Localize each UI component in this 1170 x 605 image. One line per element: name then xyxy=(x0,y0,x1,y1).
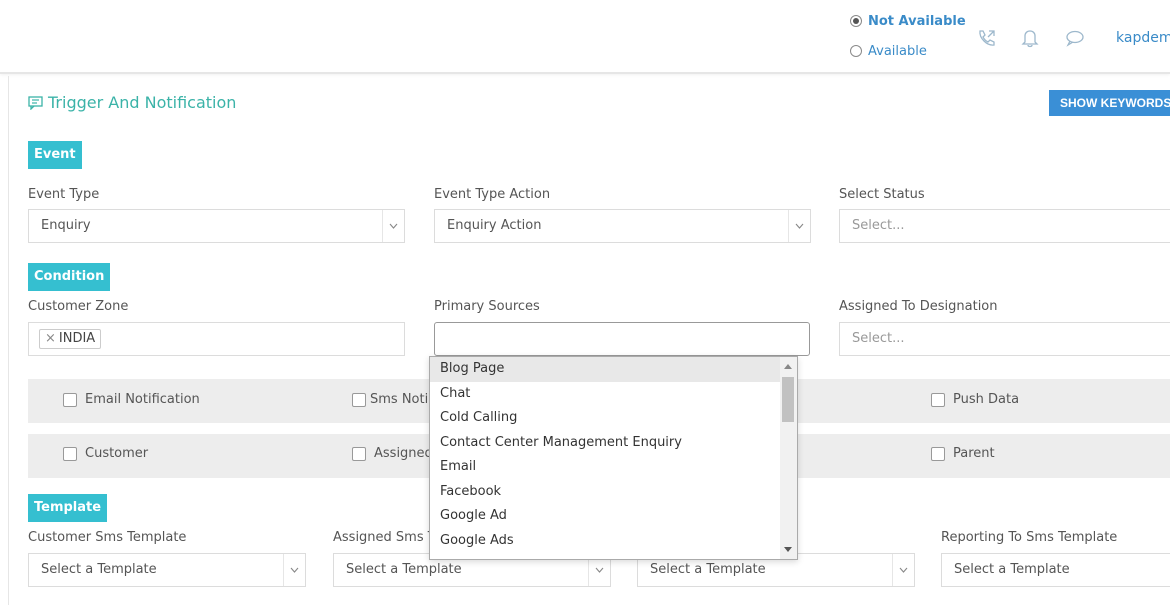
scroll-up-arrow-icon[interactable] xyxy=(784,364,792,369)
dropdown-option[interactable]: Blog Page xyxy=(430,357,781,382)
section-condition-tag: Condition xyxy=(28,263,111,291)
radio-checked-icon[interactable] xyxy=(850,15,862,27)
select-status-placeholder: Select... xyxy=(852,218,905,233)
assigned-sms-template-label: Assigned Sms T xyxy=(333,530,436,545)
sms-notification-label: Sms Noti xyxy=(370,392,429,407)
section-event-tag: Event xyxy=(28,141,82,169)
dropdown-option[interactable]: Facebook xyxy=(430,480,781,505)
scroll-thumb[interactable] xyxy=(782,377,794,422)
primary-sources-dropdown[interactable]: Blog Page Chat Cold Calling Contact Cent… xyxy=(429,356,798,560)
sms-notification-checkbox[interactable] xyxy=(352,392,366,407)
assigned-designation-placeholder: Select... xyxy=(852,331,905,346)
bell-icon[interactable] xyxy=(1019,28,1041,48)
customer-label: Customer xyxy=(85,446,149,461)
availability-status-group: Not Available Available xyxy=(850,10,966,70)
top-header: Not Available Available kapdem xyxy=(0,0,1170,74)
zone-tag-label: INDIA xyxy=(58,331,96,346)
reporting-sms-template-select[interactable]: Select a Template xyxy=(941,553,1170,587)
push-data-checkbox[interactable] xyxy=(931,392,945,407)
email-notification-option[interactable]: Email Notification xyxy=(63,392,200,407)
customer-sms-template-value: Select a Template xyxy=(41,562,157,577)
dropdown-scrollbar[interactable] xyxy=(780,357,797,559)
event-type-label: Event Type xyxy=(28,187,100,202)
status-available-label: Available xyxy=(868,43,927,59)
customer-zone-label: Customer Zone xyxy=(28,299,129,314)
assigned-option[interactable]: Assigned xyxy=(352,446,433,461)
push-data-label: Push Data xyxy=(953,392,1020,407)
parent-sms-template-value: Select a Template xyxy=(650,562,766,577)
assigned-designation-select[interactable]: Select... xyxy=(839,322,1170,356)
sms-notification-option[interactable]: Sms Noti xyxy=(352,392,428,407)
show-keywords-button[interactable]: SHOW KEYWORDS xyxy=(1049,90,1170,116)
primary-sources-label: Primary Sources xyxy=(434,299,540,314)
dropdown-options-list: Blog Page Chat Cold Calling Contact Cent… xyxy=(430,357,797,553)
dropdown-option[interactable]: Email xyxy=(430,455,781,480)
customer-zone-multiselect[interactable]: × INDIA xyxy=(28,322,405,356)
email-notification-checkbox[interactable] xyxy=(63,392,77,407)
phone-icon[interactable] xyxy=(976,28,998,48)
chat-icon[interactable] xyxy=(1064,28,1086,48)
radio-unchecked-icon[interactable] xyxy=(850,45,862,57)
dropdown-option[interactable]: Cold Calling xyxy=(430,406,781,431)
chevron-down-icon xyxy=(788,210,810,242)
primary-sources-input[interactable] xyxy=(434,322,810,356)
section-template-tag: Template xyxy=(28,494,108,522)
status-not-available-option[interactable]: Not Available xyxy=(850,10,966,32)
parent-label: Parent xyxy=(953,446,995,461)
page-title-text: Trigger And Notification xyxy=(48,93,237,112)
customer-checkbox[interactable] xyxy=(63,446,77,461)
assigned-label: Assigned xyxy=(374,446,433,461)
left-divider xyxy=(8,76,9,605)
push-data-option[interactable]: Push Data xyxy=(931,392,1019,407)
chevron-down-icon xyxy=(382,210,404,242)
assigned-checkbox[interactable] xyxy=(352,446,366,461)
customer-sms-template-label: Customer Sms Template xyxy=(28,530,187,545)
dropdown-option[interactable]: Chat xyxy=(430,382,781,407)
select-status-select[interactable]: Select... xyxy=(839,209,1170,243)
user-name-link[interactable]: kapdem xyxy=(1116,30,1170,46)
event-type-value: Enquiry xyxy=(41,218,91,233)
event-type-action-select[interactable]: Enquiry Action xyxy=(434,209,811,243)
select-status-label: Select Status xyxy=(839,187,925,202)
event-type-select[interactable]: Enquiry xyxy=(28,209,405,243)
event-type-action-value: Enquiry Action xyxy=(447,218,542,233)
scroll-down-arrow-icon[interactable] xyxy=(784,547,792,552)
assigned-designation-label: Assigned To Designation xyxy=(839,299,998,314)
status-available-option[interactable]: Available xyxy=(850,40,966,62)
reporting-sms-template-value: Select a Template xyxy=(954,562,1070,577)
chevron-down-icon xyxy=(283,554,305,586)
remove-tag-icon[interactable]: × xyxy=(45,331,56,346)
status-not-available-label: Not Available xyxy=(868,13,966,29)
dropdown-option[interactable]: Google Ads xyxy=(430,529,781,554)
customer-sms-template-select[interactable]: Select a Template xyxy=(28,553,306,587)
dropdown-option[interactable]: Contact Center Management Enquiry xyxy=(430,431,781,456)
parent-checkbox[interactable] xyxy=(931,446,945,461)
reporting-sms-template-label: Reporting To Sms Template xyxy=(941,530,1118,545)
email-notification-label: Email Notification xyxy=(85,392,200,407)
customer-option[interactable]: Customer xyxy=(63,446,148,461)
message-icon xyxy=(28,95,43,110)
chevron-down-icon xyxy=(892,554,914,586)
assigned-sms-template-value: Select a Template xyxy=(346,562,462,577)
zone-tag: × INDIA xyxy=(39,329,102,349)
page-title: Trigger And Notification xyxy=(28,93,236,112)
dropdown-option[interactable]: Google Ad xyxy=(430,504,781,529)
parent-option[interactable]: Parent xyxy=(931,446,995,461)
event-type-action-label: Event Type Action xyxy=(434,187,551,202)
